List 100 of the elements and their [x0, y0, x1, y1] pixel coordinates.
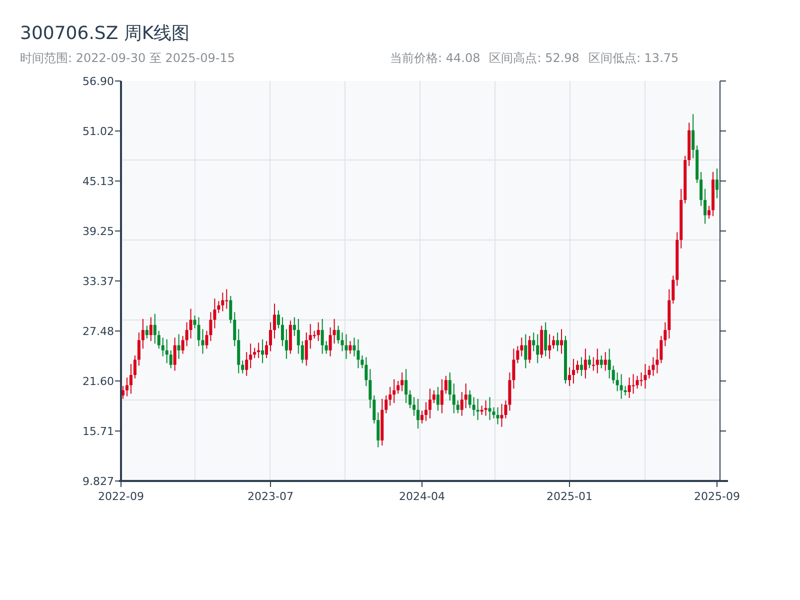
x-tick-label: 2022-09 [98, 490, 144, 503]
candlestick [217, 300, 220, 314]
x-tick-label: 2024-04 [399, 490, 445, 503]
candlestick [368, 368, 372, 409]
candlestick [708, 205, 711, 220]
candlestick [360, 354, 364, 369]
candlestick [205, 330, 208, 350]
candlestick [656, 348, 659, 374]
candlestick [296, 318, 300, 354]
candlestick [520, 337, 524, 357]
candlestick [484, 400, 488, 416]
y-tick-label: 9.827 [82, 475, 114, 488]
candlestick [572, 358, 575, 384]
candlestick [500, 403, 504, 428]
candlestick [636, 375, 639, 390]
candlestick [372, 394, 376, 424]
y-tick-label: 56.90 [82, 75, 114, 88]
y-tick-label: 51.02 [82, 124, 114, 138]
candlestick [532, 332, 536, 352]
candlestick [620, 374, 623, 400]
candlestick [624, 386, 627, 396]
candlestick [648, 365, 651, 379]
candlestick [568, 366, 571, 387]
candlestick [472, 396, 476, 416]
candlestick [588, 354, 591, 369]
candlestick [400, 372, 404, 392]
candlestick [652, 356, 655, 376]
candlestick [580, 356, 583, 376]
candlestick [328, 326, 332, 357]
candlestick [576, 360, 579, 374]
candlestick [153, 313, 156, 344]
candlestick [388, 386, 392, 406]
candlestick [324, 340, 328, 354]
x-tick-label: 2025-09 [694, 490, 740, 503]
y-tick-label: 27.48 [82, 325, 114, 338]
candlestick [396, 380, 400, 394]
candlestick [356, 338, 360, 369]
candlestick [280, 316, 284, 347]
candlestick [265, 340, 268, 359]
candlestick [480, 405, 484, 416]
candlestick [456, 400, 460, 414]
candlestick [133, 354, 136, 379]
y-tick-label: 45.13 [82, 175, 114, 188]
candlestick [276, 310, 280, 329]
candlestick [245, 352, 248, 376]
y-tick-label: 39.25 [82, 224, 114, 238]
candlestick [700, 171, 703, 206]
y-tick-label: 21.60 [82, 374, 114, 388]
candlestick [552, 335, 556, 350]
candlestick [672, 275, 675, 304]
candlestick [364, 356, 368, 387]
chart-title: 300706.SZ 周K线图 [20, 22, 191, 46]
candlestick [476, 398, 480, 421]
candlestick [320, 318, 324, 354]
candlestick [332, 318, 336, 344]
candlestick [308, 324, 312, 350]
candlestick [201, 328, 204, 354]
candlestick [257, 342, 260, 359]
candlestick [197, 316, 200, 347]
candlestick [592, 356, 595, 372]
candlestick [612, 365, 615, 384]
price-stat: 区间高点: 52.98 [489, 50, 580, 67]
candlestick [412, 396, 416, 416]
candlestick [304, 332, 308, 366]
candlestick [512, 348, 516, 390]
candlestick [584, 348, 587, 379]
candlestick [241, 360, 244, 374]
candlestick [229, 295, 232, 324]
candlestick [189, 308, 192, 339]
candlestick [548, 334, 552, 360]
candlestick [344, 334, 348, 360]
candlestick [161, 337, 164, 357]
candlestick [253, 347, 256, 359]
candlestick [213, 298, 216, 329]
candlestick [560, 328, 564, 354]
candlestick [165, 338, 168, 364]
candlestick [129, 363, 132, 394]
candlestick [300, 340, 304, 364]
candlestick [420, 410, 424, 424]
candlestick [225, 288, 228, 310]
candlestick [488, 396, 492, 421]
candlestick [504, 400, 508, 419]
candlestick [352, 337, 356, 357]
price-stat: 当前价格: 44.08 [390, 50, 480, 67]
candlestick [464, 383, 468, 409]
candlestick [141, 318, 144, 350]
candlestick [408, 390, 412, 409]
y-tick-label: 15.71 [82, 425, 114, 438]
candlestick [628, 377, 631, 398]
candlestick [604, 352, 607, 372]
candlestick [444, 375, 448, 394]
candlestick [692, 114, 695, 159]
candlestick [632, 374, 635, 394]
candlestick [336, 325, 340, 344]
time-range-text: 时间范围: 2022-09-30 至 2025-09-15 [20, 50, 236, 67]
candlestick [145, 325, 148, 339]
candlestick [428, 388, 432, 419]
candlestick [284, 328, 288, 360]
candlestick [392, 378, 396, 404]
candlestick [424, 402, 428, 422]
